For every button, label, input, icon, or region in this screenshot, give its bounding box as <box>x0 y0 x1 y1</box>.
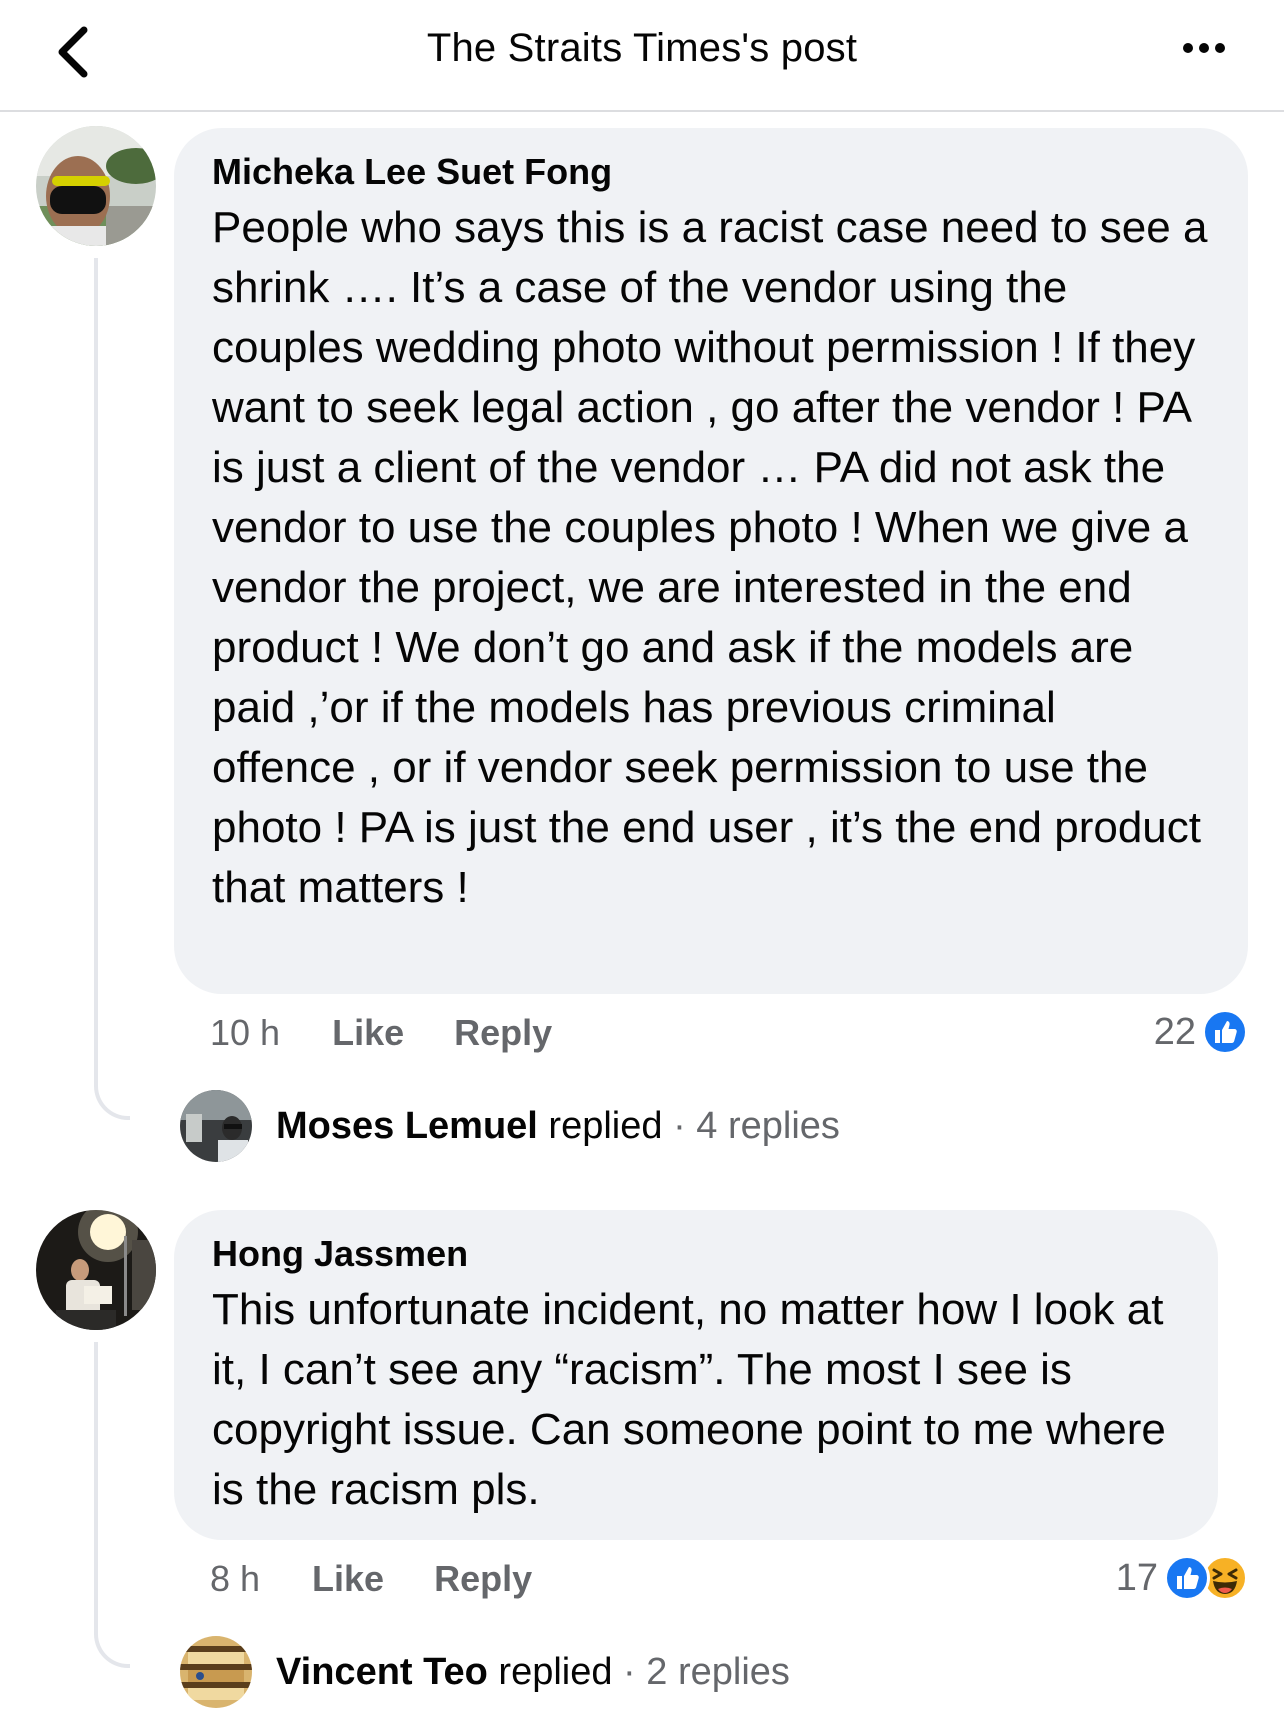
view-replies-link[interactable]: Vincent Teo replied · 2 replies <box>276 1648 790 1696</box>
comment-bubble[interactable]: Micheka Lee Suet Fong People who says th… <box>174 128 1248 994</box>
more-dot <box>1199 43 1209 53</box>
thread-line <box>94 258 130 1120</box>
comment-time[interactable]: 10 h <box>210 1012 280 1054</box>
avatar[interactable] <box>180 1090 252 1162</box>
replier-name: Moses Lemuel <box>276 1104 538 1147</box>
view-replies-link[interactable]: Moses Lemuel replied · 4 replies <box>276 1102 840 1150</box>
replied-label: replied <box>487 1650 613 1693</box>
thread-line <box>94 1342 130 1668</box>
like-reaction-icon <box>1202 1009 1248 1055</box>
avatar[interactable] <box>180 1636 252 1708</box>
like-button[interactable]: Like <box>332 1012 404 1054</box>
more-horizontal-icon <box>1183 43 1193 53</box>
comment-author[interactable]: Hong Jassmen <box>212 1232 1180 1276</box>
comment-bubble[interactable]: Hong Jassmen This unfortunate incident, … <box>174 1210 1218 1540</box>
replier-name: Vincent Teo <box>276 1650 488 1693</box>
reaction-count: 17 <box>1115 1556 1158 1599</box>
comment-actions: 8 h Like Reply <box>210 1556 532 1602</box>
avatar[interactable] <box>36 126 156 246</box>
like-button[interactable]: Like <box>312 1558 384 1600</box>
comment-actions: 10 h Like Reply <box>210 1010 552 1056</box>
replies-count: · 4 replies <box>662 1104 840 1147</box>
replies-count: · 2 replies <box>612 1650 790 1693</box>
comment-author[interactable]: Micheka Lee Suet Fong <box>212 150 1210 194</box>
top-bar: The Straits Times's post <box>0 0 1284 112</box>
replied-label: replied <box>537 1104 663 1147</box>
reply-button[interactable]: Reply <box>434 1558 532 1600</box>
more-options-button[interactable] <box>1174 28 1234 68</box>
reaction-summary[interactable]: 17 <box>1116 1550 1248 1606</box>
comment-text: People who says this is a racist case ne… <box>212 203 1208 912</box>
reaction-summary[interactable]: 22 <box>1154 1004 1248 1060</box>
more-dot <box>1215 43 1225 53</box>
reaction-count: 22 <box>1153 1010 1196 1053</box>
comment-text: This unfortunate incident, no matter how… <box>212 1285 1166 1514</box>
reply-button[interactable]: Reply <box>454 1012 552 1054</box>
like-reaction-icon <box>1164 1555 1210 1601</box>
comment-time[interactable]: 8 h <box>210 1558 260 1600</box>
page-title: The Straits Times's post <box>426 26 858 70</box>
avatar[interactable] <box>36 1210 156 1330</box>
